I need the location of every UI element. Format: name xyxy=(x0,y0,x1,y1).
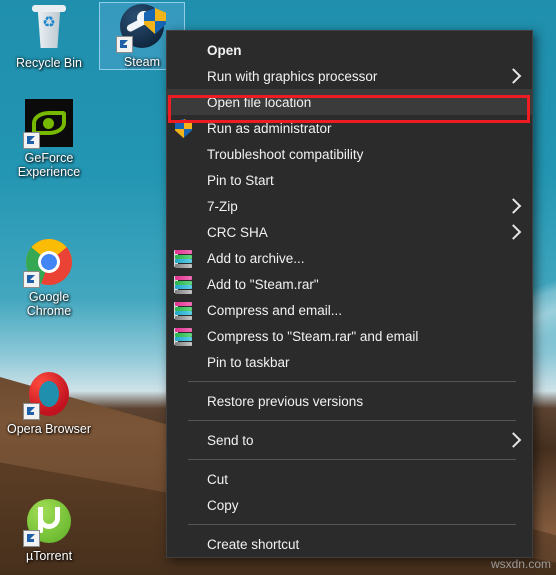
desktop-icon-label: µTorrent xyxy=(25,549,73,563)
menu-item-icon-slot xyxy=(167,144,207,164)
menu-item-icon-slot xyxy=(167,352,207,372)
menu-item-label: Run with graphics processor xyxy=(207,68,378,84)
uac-shield-icon xyxy=(167,118,207,138)
menu-item-troubleshoot-compatibility[interactable]: Troubleshoot compatibility xyxy=(167,141,532,167)
winrar-icon xyxy=(167,326,207,346)
menu-item-label: Add to archive... xyxy=(207,250,305,266)
shortcut-arrow-icon xyxy=(23,530,40,547)
menu-item-icon-slot xyxy=(167,40,207,60)
menu-item-icon-slot xyxy=(167,469,207,489)
menu-item-cut[interactable]: Cut xyxy=(167,466,532,492)
shortcut-arrow-icon xyxy=(23,132,40,149)
menu-item-icon-slot xyxy=(167,66,207,86)
menu-item-label: Pin to Start xyxy=(207,172,274,188)
menu-item-label: Restore previous versions xyxy=(207,393,364,409)
menu-item-icon-slot xyxy=(167,222,207,242)
winrar-icon xyxy=(167,300,207,320)
menu-item-add-to-steam-rar[interactable]: Add to "Steam.rar" xyxy=(167,271,532,297)
desktop-icon-label: Google Chrome xyxy=(26,290,72,318)
menu-item-label: Compress and email... xyxy=(207,302,343,318)
desktop-icon-label: GeForce Experience xyxy=(17,151,81,179)
recycle-bin-icon: ♻ xyxy=(25,4,73,52)
menu-item-compress-to-steam-rar-and-email[interactable]: Compress to "Steam.rar" and email xyxy=(167,323,532,349)
winrar-icon xyxy=(167,274,207,294)
menu-item-icon-slot xyxy=(167,196,207,216)
menu-item-create-shortcut[interactable]: Create shortcut xyxy=(167,531,532,557)
menu-item-crc-sha[interactable]: CRC SHA xyxy=(167,219,532,245)
menu-item-copy[interactable]: Copy xyxy=(167,492,532,518)
menu-item-icon-slot xyxy=(167,391,207,411)
menu-item-label: Open xyxy=(207,42,242,58)
opera-browser-icon xyxy=(23,370,73,420)
menu-separator xyxy=(188,524,516,525)
menu-item-7-zip[interactable]: 7-Zip xyxy=(167,193,532,219)
menu-item-label: Troubleshoot compatibility xyxy=(207,146,364,162)
menu-item-pin-to-start[interactable]: Pin to Start xyxy=(167,167,532,193)
menu-item-run-as-administrator[interactable]: Run as administrator xyxy=(167,115,532,141)
menu-item-run-with-graphics-processor[interactable]: Run with graphics processor xyxy=(167,63,532,89)
shortcut-arrow-icon xyxy=(23,271,40,288)
menu-item-label: CRC SHA xyxy=(207,224,268,240)
menu-item-label: Run as administrator xyxy=(207,120,332,136)
context-menu[interactable]: Open Run with graphics processor Open file… xyxy=(166,30,533,558)
desktop-icon-opera-browser[interactable]: Opera Browser xyxy=(6,370,92,436)
menu-item-send-to[interactable]: Send to xyxy=(167,427,532,453)
menu-item-icon-slot xyxy=(167,534,207,554)
menu-item-restore-previous-versions[interactable]: Restore previous versions xyxy=(167,388,532,414)
menu-item-icon-slot xyxy=(167,430,207,450)
winrar-icon xyxy=(167,248,207,268)
desktop-icon-recycle-bin[interactable]: ♻ Recycle Bin xyxy=(6,4,92,70)
watermark: wsxdn.com xyxy=(490,557,551,571)
desktop-icon-google-chrome[interactable]: Google Chrome xyxy=(6,238,92,318)
menu-separator xyxy=(188,459,516,460)
menu-item-add-to-archive[interactable]: Add to archive... xyxy=(167,245,532,271)
menu-item-open-file-location[interactable]: Open file location xyxy=(167,89,532,115)
menu-item-icon-slot xyxy=(167,495,207,515)
menu-item-label: Open file location xyxy=(207,94,312,110)
steam-icon xyxy=(116,3,166,53)
menu-item-pin-to-taskbar[interactable]: Pin to taskbar xyxy=(167,349,532,375)
menu-item-icon-slot xyxy=(167,170,207,190)
menu-item-icon-slot xyxy=(167,92,207,112)
menu-item-label: Add to "Steam.rar" xyxy=(207,276,319,292)
shortcut-arrow-icon xyxy=(23,403,40,420)
menu-separator xyxy=(188,420,516,421)
desktop-icon-utorrent[interactable]: µTorrent xyxy=(6,497,92,563)
menu-item-label: Send to xyxy=(207,432,254,448)
menu-separator xyxy=(188,381,516,382)
menu-item-label: 7-Zip xyxy=(207,198,238,214)
shortcut-arrow-icon xyxy=(116,36,133,53)
menu-item-label: Pin to taskbar xyxy=(207,354,290,370)
menu-item-label: Cut xyxy=(207,471,229,487)
menu-item-open[interactable]: Open xyxy=(167,37,532,63)
menu-item-label: Create shortcut xyxy=(207,536,300,552)
geforce-experience-icon xyxy=(23,99,73,149)
desktop-icon-geforce-experience[interactable]: GeForce Experience xyxy=(6,99,92,179)
utorrent-icon xyxy=(23,497,73,547)
menu-item-label: Copy xyxy=(207,497,239,513)
google-chrome-icon xyxy=(23,238,73,288)
menu-item-compress-and-email[interactable]: Compress and email... xyxy=(167,297,532,323)
menu-item-label: Compress to "Steam.rar" and email xyxy=(207,328,419,344)
desktop-icon-label: Recycle Bin xyxy=(16,56,82,70)
desktop-icon-label: Opera Browser xyxy=(6,422,92,436)
